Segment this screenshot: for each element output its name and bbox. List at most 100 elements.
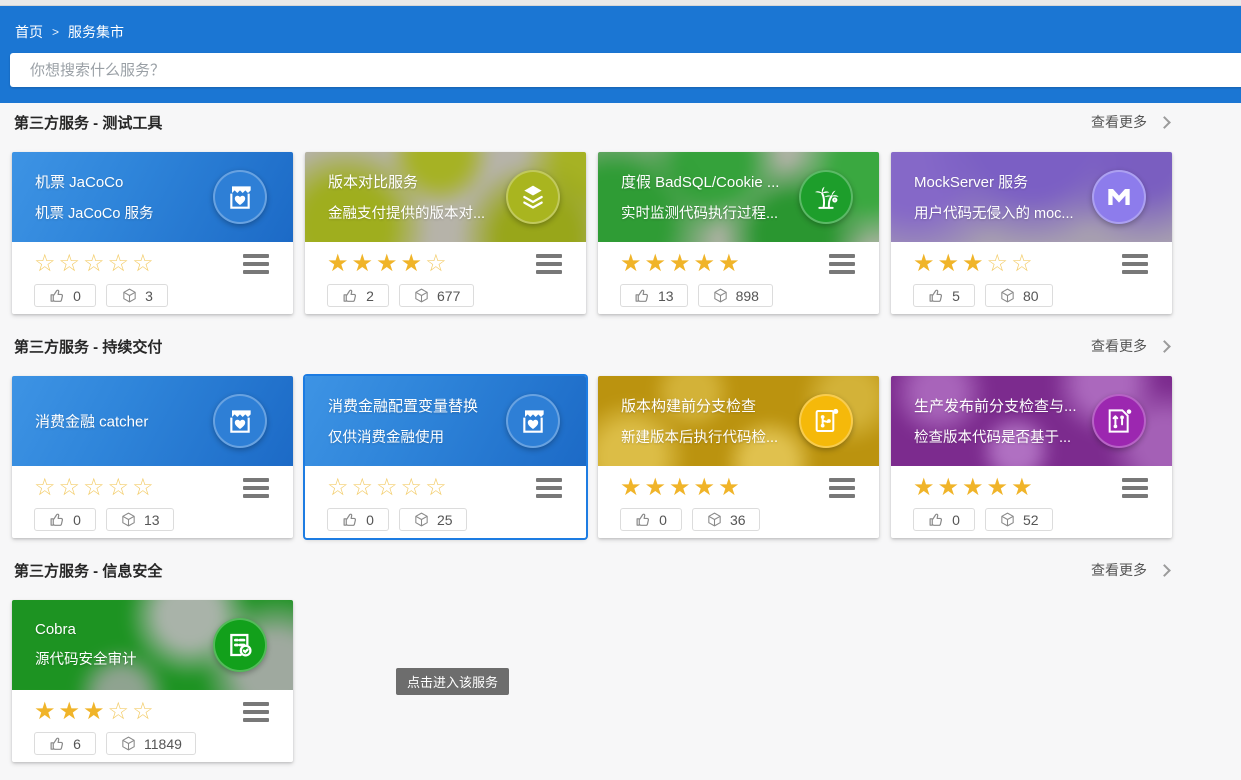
card-subtitle: 仅供消费金融使用 — [328, 426, 478, 447]
thumbs-up-icon — [342, 287, 359, 304]
menu-icon[interactable] — [1122, 475, 1148, 501]
card-header: 机票 JaCoCo 机票 JaCoCo 服务 — [12, 152, 293, 242]
usage-badge[interactable]: 25 — [399, 508, 467, 531]
star-filled-icon: ★ — [620, 474, 645, 501]
service-market: 第三方服务 - 测试工具 查看更多 机票 JaCoCo 机票 JaCoCo 服务… — [0, 112, 1241, 762]
see-more-link[interactable]: 查看更多 — [1091, 112, 1169, 132]
card-header: MockServer 服务 用户代码无侵入的 moc... — [891, 152, 1172, 242]
card-header: 消费金融 catcher — [12, 376, 293, 466]
package-cube-icon — [413, 287, 430, 304]
service-card[interactable]: Cobra 源代码安全审计 ★★★☆☆ 6 11849 — [12, 600, 293, 762]
like-button[interactable]: 0 — [34, 284, 96, 307]
card-header: 版本对比服务 金融支付提供的版本对... — [305, 152, 586, 242]
star-rating[interactable]: ☆☆☆☆☆ — [34, 475, 157, 501]
service-card[interactable]: 版本对比服务 金融支付提供的版本对... ★★★★☆ 2 677 — [305, 152, 586, 314]
service-section: 第三方服务 - 信息安全 查看更多 Cobra 源代码安全审计 ★★★☆☆ — [0, 560, 1241, 762]
package-cube-icon — [999, 511, 1016, 528]
service-card[interactable]: 生产发布前分支检查与... 检查版本代码是否基于... ★★★★★ 0 52 — [891, 376, 1172, 538]
like-count: 2 — [366, 288, 374, 304]
usage-count: 80 — [1023, 288, 1039, 304]
like-button[interactable]: 6 — [34, 732, 96, 755]
section-title: 第三方服务 - 持续交付 — [14, 336, 162, 357]
card-header: 版本构建前分支检查 新建版本后执行代码检... — [598, 376, 879, 466]
menu-icon[interactable] — [1122, 251, 1148, 277]
menu-icon[interactable] — [536, 251, 562, 277]
star-rating[interactable]: ★★★★★ — [913, 475, 1036, 501]
card-header: 消费金融配置变量替换 仅供消费金融使用 — [305, 376, 586, 466]
star-rating[interactable]: ☆☆☆☆☆ — [34, 251, 157, 277]
thumbs-up-icon — [49, 735, 66, 752]
card-title: 度假 BadSQL/Cookie ... — [621, 171, 779, 192]
like-button[interactable]: 5 — [913, 284, 975, 307]
star-filled-icon: ★ — [718, 250, 743, 277]
usage-badge[interactable]: 898 — [698, 284, 773, 307]
see-more-link[interactable]: 查看更多 — [1091, 560, 1169, 580]
service-card[interactable]: 度假 BadSQL/Cookie ... 实时监测代码执行过程... ★★★★★… — [598, 152, 879, 314]
service-card[interactable]: MockServer 服务 用户代码无侵入的 moc... ★★★☆☆ 5 80 — [891, 152, 1172, 314]
menu-icon[interactable] — [829, 251, 855, 277]
usage-badge[interactable]: 677 — [399, 284, 474, 307]
card-subtitle: 机票 JaCoCo 服务 — [35, 202, 153, 223]
star-filled-icon: ★ — [913, 250, 938, 277]
thumbs-up-icon — [342, 511, 359, 528]
breadcrumb-current[interactable]: 服务集市 — [68, 22, 124, 42]
usage-badge[interactable]: 52 — [985, 508, 1053, 531]
star-filled-icon: ★ — [1011, 474, 1036, 501]
breadcrumb-separator: > — [52, 25, 59, 39]
service-card[interactable]: 消费金融配置变量替换 仅供消费金融使用 ☆☆☆☆☆ 0 25 — [305, 376, 586, 538]
star-filled-icon: ★ — [376, 250, 401, 277]
star-rating[interactable]: ★★★★★ — [620, 475, 743, 501]
star-rating[interactable]: ★★★☆☆ — [34, 699, 157, 725]
star-rating[interactable]: ★★★★☆ — [327, 251, 450, 277]
star-filled-icon: ★ — [938, 474, 963, 501]
star-rating[interactable]: ★★★☆☆ — [913, 251, 1036, 277]
star-rating[interactable]: ★★★★★ — [620, 251, 743, 277]
menu-icon[interactable] — [243, 475, 269, 501]
star-empty-icon: ☆ — [108, 250, 133, 277]
star-filled-icon: ★ — [669, 250, 694, 277]
like-button[interactable]: 2 — [327, 284, 389, 307]
usage-badge[interactable]: 3 — [106, 284, 168, 307]
card-subtitle: 金融支付提供的版本对... — [328, 202, 485, 223]
star-empty-icon: ☆ — [327, 474, 352, 501]
card-row: 机票 JaCoCo 机票 JaCoCo 服务 ☆☆☆☆☆ 0 3 — [0, 152, 1241, 314]
star-filled-icon: ★ — [401, 250, 426, 277]
menu-icon[interactable] — [243, 699, 269, 725]
star-rating[interactable]: ☆☆☆☆☆ — [327, 475, 450, 501]
search-input[interactable] — [10, 53, 1241, 87]
usage-badge[interactable]: 36 — [692, 508, 760, 531]
star-filled-icon: ★ — [694, 474, 719, 501]
chevron-right-icon — [1158, 340, 1171, 353]
section-title: 第三方服务 - 测试工具 — [14, 112, 162, 133]
like-count: 13 — [658, 288, 674, 304]
see-more-link[interactable]: 查看更多 — [1091, 336, 1169, 356]
like-button[interactable]: 0 — [913, 508, 975, 531]
card-title: 消费金融配置变量替换 — [328, 395, 478, 416]
storefront-heart-icon — [213, 394, 267, 448]
service-card[interactable]: 机票 JaCoCo 机票 JaCoCo 服务 ☆☆☆☆☆ 0 3 — [12, 152, 293, 314]
star-filled-icon: ★ — [694, 250, 719, 277]
usage-badge[interactable]: 13 — [106, 508, 174, 531]
like-button[interactable]: 0 — [327, 508, 389, 531]
menu-icon[interactable] — [243, 251, 269, 277]
service-card[interactable]: 消费金融 catcher ☆☆☆☆☆ 0 13 — [12, 376, 293, 538]
star-filled-icon: ★ — [645, 250, 670, 277]
package-cube-icon — [120, 735, 137, 752]
service-card[interactable]: 版本构建前分支检查 新建版本后执行代码检... ★★★★★ 0 36 — [598, 376, 879, 538]
star-empty-icon: ☆ — [59, 474, 84, 501]
usage-badge[interactable]: 80 — [985, 284, 1053, 307]
like-button[interactable]: 13 — [620, 284, 688, 307]
star-empty-icon: ☆ — [132, 250, 157, 277]
like-count: 6 — [73, 736, 81, 752]
card-subtitle: 检查版本代码是否基于... — [914, 426, 1077, 447]
like-button[interactable]: 0 — [620, 508, 682, 531]
star-empty-icon: ☆ — [108, 698, 133, 725]
usage-count: 36 — [730, 512, 746, 528]
usage-badge[interactable]: 11849 — [106, 732, 196, 755]
search-bar — [10, 53, 1241, 87]
star-filled-icon: ★ — [327, 250, 352, 277]
menu-icon[interactable] — [829, 475, 855, 501]
menu-icon[interactable] — [536, 475, 562, 501]
breadcrumb-home-link[interactable]: 首页 — [15, 22, 43, 42]
like-button[interactable]: 0 — [34, 508, 96, 531]
